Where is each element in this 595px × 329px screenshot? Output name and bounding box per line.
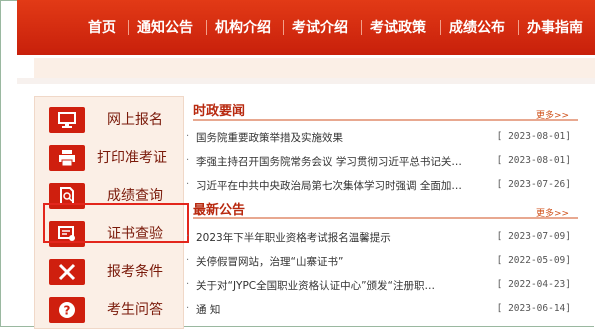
nav-separator	[361, 20, 362, 35]
sidebar-item-label: 网上报名	[107, 112, 163, 128]
bullet: ·	[186, 231, 190, 242]
sidebar-item-label: 成绩查询	[107, 188, 163, 204]
nav-home[interactable]: 首页	[88, 17, 116, 37]
tools-icon	[49, 259, 85, 285]
notices-section-title: 最新公告	[193, 203, 246, 218]
bullet: ·	[186, 179, 190, 190]
news-date: [ 2023-07-26]	[496, 179, 571, 190]
notice-title[interactable]: 关于对“JYPC全国职业资格认证中心”颁发“注册职…	[196, 278, 496, 293]
news-title[interactable]: 李强主持召开国务院常务会议 学习贯彻习近平总书记关…	[196, 154, 496, 169]
nav-about[interactable]: 机构介绍	[215, 17, 271, 37]
list-item[interactable]: · 关停假冒网站，治理“山寨证书” [ 2022-05-09]	[186, 252, 581, 272]
news-title[interactable]: 国务院重要政策举措及实施效果	[196, 130, 496, 145]
bullet: ·	[186, 155, 190, 166]
selection-highlight	[43, 203, 189, 243]
list-item[interactable]: · 习近平在中共中央政治局第七次集体学习时强调 全面加… [ 2023-07-2…	[186, 176, 581, 196]
list-item[interactable]: · 通 知 [ 2023-06-14]	[186, 300, 581, 320]
list-item[interactable]: · 李强主持召开国务院常务会议 学习贯彻习近平总书记关… [ 2023-08-0…	[186, 152, 581, 172]
nav-exam-policy[interactable]: 考试政策	[370, 17, 426, 37]
sidebar-item-online-registration[interactable]: 网上报名	[35, 101, 183, 137]
svg-text:?: ?	[64, 304, 71, 318]
sidebar-item-faq[interactable]: ? 考生问答	[35, 291, 183, 327]
question-icon: ?	[49, 297, 85, 323]
nav-results[interactable]: 成绩公布	[449, 17, 505, 37]
nav-separator	[128, 20, 129, 35]
bullet: ·	[186, 255, 190, 266]
main-nav: 首页 通知公告 机构介绍 考试介绍 考试政策 成绩公布 办事指南	[17, 0, 595, 55]
nav-separator	[206, 20, 207, 35]
list-item[interactable]: · 国务院重要政策举措及实施效果 [ 2023-08-01]	[186, 128, 581, 148]
list-item[interactable]: · 关于对“JYPC全国职业资格认证中心”颁发“注册职… [ 2022-04-2…	[186, 276, 581, 296]
notice-date: [ 2022-05-09]	[496, 255, 571, 266]
news-title[interactable]: 习近平在中共中央政治局第七次集体学习时强调 全面加…	[196, 178, 496, 193]
sidebar-item-label: 考生问答	[107, 302, 163, 318]
bullet: ·	[186, 303, 190, 314]
sub-banner	[34, 58, 595, 78]
notice-date: [ 2023-06-14]	[496, 303, 571, 314]
news-section-title: 时政要闻	[193, 104, 246, 119]
sidebar-item-requirements[interactable]: 报考条件	[35, 253, 183, 289]
news-date: [ 2023-08-01]	[496, 131, 571, 142]
sidebar-item-label: 报考条件	[107, 264, 163, 280]
notice-title[interactable]: 通 知	[196, 302, 496, 317]
nav-separator	[518, 20, 519, 35]
sidebar-item-label: 打印准考证	[97, 150, 167, 166]
monitor-icon	[49, 107, 85, 133]
sidebar-item-print-admission[interactable]: 打印准考证	[35, 139, 183, 175]
divider	[17, 78, 595, 84]
nav-separator	[283, 20, 284, 35]
bullet: ·	[186, 279, 190, 290]
section-divider	[193, 119, 578, 121]
news-date: [ 2023-08-01]	[496, 155, 571, 166]
nav-separator	[440, 20, 441, 35]
notice-date: [ 2022-04-23]	[496, 279, 571, 290]
list-item[interactable]: · 2023年下半年职业资格考试报名温馨提示 [ 2023-07-09]	[186, 228, 581, 248]
nav-guide[interactable]: 办事指南	[527, 17, 583, 37]
nav-notices[interactable]: 通知公告	[137, 17, 193, 37]
notice-title[interactable]: 关停假冒网站，治理“山寨证书”	[196, 254, 496, 269]
nav-exam-intro[interactable]: 考试介绍	[292, 17, 348, 37]
section-divider	[193, 217, 578, 219]
bullet: ·	[186, 131, 190, 142]
notice-title[interactable]: 2023年下半年职业资格考试报名温馨提示	[196, 230, 496, 245]
notice-date: [ 2023-07-09]	[496, 231, 571, 242]
printer-icon	[49, 145, 85, 171]
